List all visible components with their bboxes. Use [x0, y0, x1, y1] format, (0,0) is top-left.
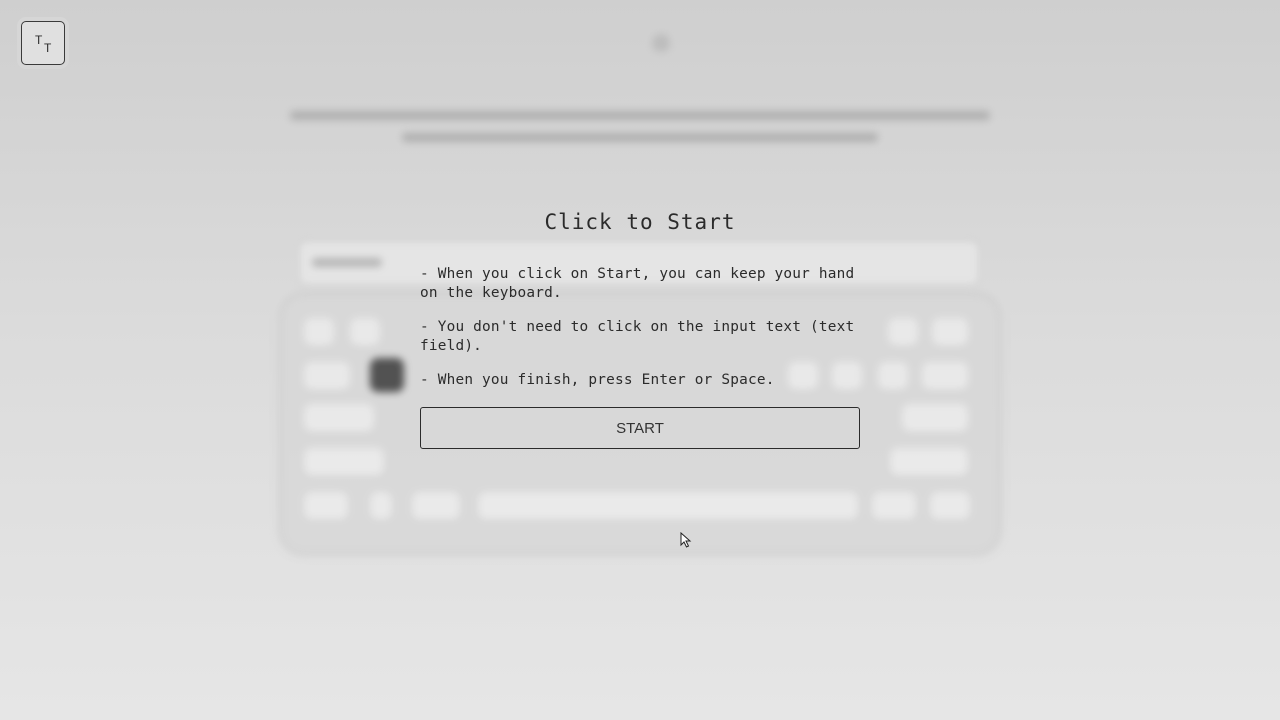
blurred-key: [922, 362, 968, 390]
blurred-key: [872, 492, 916, 520]
instructions-list: - When you click on Start, you can keep …: [420, 265, 860, 390]
blurred-key: [304, 492, 348, 520]
blurred-key-highlighted: [370, 358, 404, 392]
blurred-key: [878, 362, 908, 390]
blurred-key: [412, 492, 460, 520]
blurred-key: [370, 492, 392, 520]
blurred-key: [902, 404, 968, 432]
blurred-input-text: [312, 258, 382, 267]
blurred-text-line: [290, 111, 990, 120]
blurred-key: [304, 448, 384, 476]
start-title: Click to Start: [544, 210, 736, 234]
blurred-spacebar: [478, 492, 858, 520]
blurred-key: [304, 318, 334, 346]
blurred-key: [930, 492, 970, 520]
start-dialog: Click to Start - When you click on Start…: [420, 205, 860, 449]
blurred-key: [304, 362, 350, 390]
font-size-toggle-button[interactable]: T T: [21, 21, 65, 65]
instruction-item: - When you finish, press Enter or Space.: [420, 372, 775, 388]
blurred-key: [932, 318, 968, 346]
instruction-item: - When you click on Start, you can keep …: [420, 266, 855, 301]
text-size-icon-small-t: T: [44, 41, 52, 55]
blurred-text-line: [402, 133, 878, 142]
instruction-item: - You don't need to click on the input t…: [420, 319, 855, 354]
blurred-logo-dot: [652, 34, 670, 52]
blurred-key: [304, 404, 374, 432]
blurred-key: [888, 318, 918, 346]
text-size-icon-large-t: T: [35, 33, 43, 47]
blurred-key: [890, 448, 968, 476]
mouse-pointer-icon: [680, 532, 692, 548]
start-button[interactable]: START: [420, 407, 860, 449]
blurred-key: [350, 318, 380, 346]
